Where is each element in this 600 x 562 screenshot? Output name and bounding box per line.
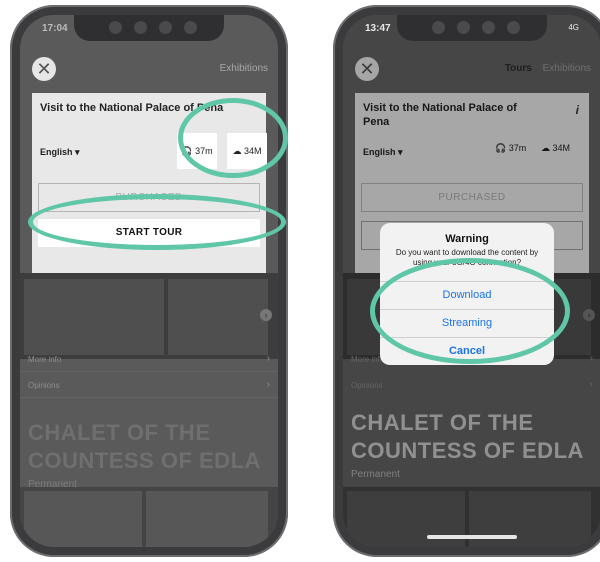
highlight-ring-start-tour [28,194,286,250]
camera-dot [184,21,197,34]
language-selector[interactable]: English ▾ [40,147,80,158]
gallery-image [168,279,268,355]
close-icon: ✕ [36,59,52,79]
highlight-ring-sizes [178,98,288,178]
photo-strip [20,487,278,547]
camera-dot [482,21,495,34]
menu-label: Opinions [28,381,60,390]
tab-bar: Exhibitions [212,63,268,74]
camera-dot [457,21,470,34]
camera-dot [432,21,445,34]
close-button[interactable]: ✕ [32,57,56,81]
home-indicator [427,535,517,539]
camera-dot [134,21,147,34]
chevron-down-icon: ▾ [75,147,80,157]
notch [397,15,547,41]
tab-exhibitions[interactable]: Exhibitions [220,63,268,74]
status-time: 17:04 [42,23,68,34]
dialog-title: Warning [445,233,489,245]
phone-left-screen: 17:04 ✕ Exhibitions Visit to the Nationa… [20,15,278,547]
camera-dot [507,21,520,34]
language-label: English [40,147,73,157]
top-bar: ✕ Exhibitions [20,49,278,83]
chevron-right-icon[interactable]: › [260,309,272,321]
menu-row-more-info[interactable]: More info › [20,347,278,372]
gallery-image [24,279,164,355]
camera-dot [159,21,172,34]
notch [74,15,224,41]
menu-row-opinions[interactable]: Opinions › [20,373,278,398]
photo [146,491,268,547]
chevron-right-icon: › [266,353,270,364]
menu-label: More info [28,355,62,364]
phone-left: 17:04 ✕ Exhibitions Visit to the Nationa… [10,5,288,557]
status-time: 13:47 [365,23,391,34]
phone-right: 13:47 4G ✕ Tours Exhibitions Visit to th… [333,5,600,557]
page-title: CHALET OF THE COUNTESS OF EDLA [28,420,261,473]
photo [24,491,142,547]
highlight-ring-options [370,258,570,364]
signal-status: 4G [568,23,579,32]
chevron-right-icon: › [266,379,270,390]
camera-dot [109,21,122,34]
